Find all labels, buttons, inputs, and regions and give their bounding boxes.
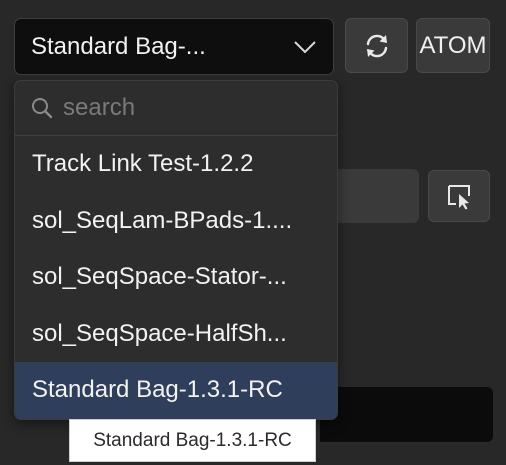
chevron-down-icon	[294, 40, 316, 53]
refresh-icon	[366, 34, 387, 57]
option-tooltip: Standard Bag-1.3.1-RC	[69, 419, 316, 462]
dropdown-option-selected[interactable]: Standard Bag-1.3.1-RC	[15, 362, 337, 419]
pick-element-button[interactable]	[428, 170, 490, 222]
dropdown-option[interactable]: Track Link Test-1.2.2	[15, 136, 337, 193]
dropdown-option[interactable]: sol_SeqLam-BPads-1....	[15, 193, 337, 250]
background-dark-field[interactable]	[320, 387, 493, 442]
dropdown-option[interactable]: sol_SeqSpace-Stator-...	[15, 249, 337, 306]
search-icon	[32, 98, 53, 119]
atom-button[interactable]: ATOM	[416, 18, 490, 73]
bag-dropdown-panel: Track Link Test-1.2.2 sol_SeqLam-BPads-1…	[14, 80, 338, 420]
dropdown-search-input[interactable]	[63, 94, 323, 122]
app-root: Standard Bag-... ATOM Track Link Test-1.…	[0, 0, 506, 465]
bag-select-value: Standard Bag-...	[31, 32, 206, 60]
dropdown-option[interactable]: sol_SeqSpace-HalfSh...	[15, 306, 337, 363]
bag-select-trigger[interactable]: Standard Bag-...	[14, 18, 334, 75]
dropdown-search-row	[15, 81, 337, 136]
refresh-button[interactable]	[345, 18, 408, 73]
select-element-icon	[448, 185, 470, 210]
